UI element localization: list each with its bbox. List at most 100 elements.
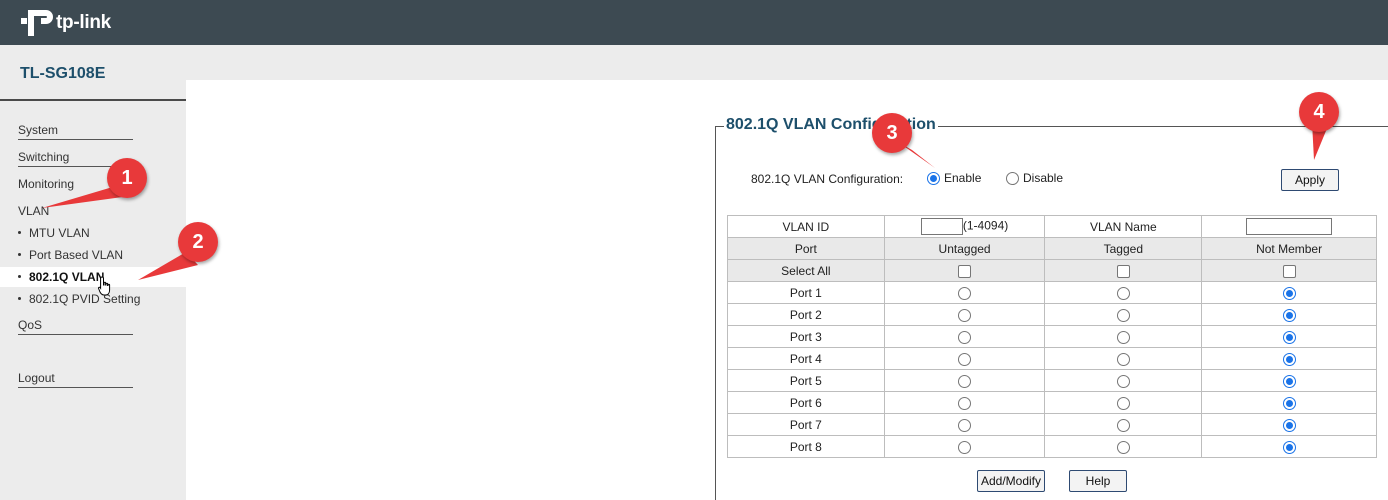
- select-all-cell: [883, 259, 1046, 282]
- select-all-not-member-checkbox[interactable]: [1282, 264, 1296, 278]
- top-bar: tp-link: [0, 0, 1388, 45]
- port-2-not-member-radio[interactable]: [1282, 308, 1296, 322]
- table-row: Port 5: [727, 369, 1377, 392]
- sidebar-subitem-mtu-vlan[interactable]: MTU VLAN: [18, 223, 186, 243]
- sidebar-subitem-label: Port Based VLAN: [29, 248, 124, 262]
- port-2-tagged-radio[interactable]: [1116, 308, 1130, 322]
- port-name: Port 8: [727, 435, 885, 458]
- membership-cell: [1044, 281, 1203, 304]
- help-button[interactable]: Help: [1069, 470, 1127, 492]
- port-5-not-member-radio[interactable]: [1282, 374, 1296, 388]
- table-row: Port 1: [727, 281, 1377, 304]
- select-all-untagged-checkbox[interactable]: [958, 264, 972, 278]
- port-3-not-member-radio[interactable]: [1282, 330, 1296, 344]
- membership-cell: [1044, 413, 1203, 436]
- vlan-name-input[interactable]: [1246, 218, 1333, 235]
- disable-radio[interactable]: [1006, 171, 1019, 185]
- disable-option[interactable]: Disable: [1006, 171, 1063, 185]
- port-8-tagged-radio[interactable]: [1116, 440, 1130, 454]
- sidebar-item-logout[interactable]: Logout: [18, 368, 133, 388]
- port-4-tagged-radio[interactable]: [1116, 352, 1130, 366]
- vlan-id-label: VLAN ID: [727, 215, 885, 238]
- vlan-id-input[interactable]: [920, 218, 963, 235]
- membership-cell: [1201, 369, 1377, 392]
- brand-name: tp-link: [56, 12, 111, 33]
- port-2-untagged-radio[interactable]: [958, 308, 972, 322]
- port-6-untagged-radio[interactable]: [958, 396, 972, 410]
- vlan-id-cell: (1-4094): [883, 215, 1046, 238]
- membership-cell: [1044, 391, 1203, 414]
- table-row: Port 8: [727, 435, 1377, 458]
- membership-cell: [883, 413, 1046, 436]
- port-name: Port 4: [727, 347, 885, 370]
- sidebar-item-qos[interactable]: QoS: [18, 315, 133, 335]
- enable-radio[interactable]: [927, 171, 940, 185]
- membership-cell: [1201, 435, 1377, 458]
- port-name: Port 2: [727, 303, 885, 326]
- callout-2: 2: [178, 222, 218, 262]
- port-6-not-member-radio[interactable]: [1282, 396, 1296, 410]
- membership-cell: [1201, 413, 1377, 436]
- port-4-not-member-radio[interactable]: [1282, 352, 1296, 366]
- vlan-name-label: VLAN Name: [1044, 215, 1203, 238]
- select-all-tagged-checkbox[interactable]: [1116, 264, 1130, 278]
- port-7-untagged-radio[interactable]: [958, 418, 972, 432]
- enable-label: Enable: [944, 171, 982, 185]
- port-5-untagged-radio[interactable]: [958, 374, 972, 388]
- port-name: Port 3: [727, 325, 885, 348]
- add-modify-button[interactable]: Add/Modify: [977, 470, 1045, 492]
- sidebar-subitem-8021q-vlan[interactable]: 802.1Q VLAN: [0, 267, 186, 287]
- port-name: Port 6: [727, 391, 885, 414]
- sidebar-item-vlan[interactable]: VLAN: [18, 201, 133, 221]
- port-name: Port 7: [727, 413, 885, 436]
- bullet-icon: [18, 275, 21, 279]
- port-name: Port 5: [727, 369, 885, 392]
- table-row: Port 4: [727, 347, 1377, 370]
- sidebar-item-system[interactable]: System: [18, 120, 133, 140]
- column-header: Not Member: [1201, 237, 1377, 260]
- port-6-tagged-radio[interactable]: [1116, 396, 1130, 410]
- enable-option[interactable]: Enable: [927, 171, 981, 185]
- port-3-tagged-radio[interactable]: [1116, 330, 1130, 344]
- select-all-cell: [1201, 259, 1377, 282]
- membership-cell: [883, 347, 1046, 370]
- vlan-id-row: VLAN ID (1-4094) VLAN Name: [727, 215, 1377, 238]
- tp-link-logo-icon: [21, 10, 53, 36]
- membership-cell: [883, 435, 1046, 458]
- sidebar-subitem-label: MTU VLAN: [29, 226, 90, 240]
- membership-cell: [1201, 347, 1377, 370]
- port-1-tagged-radio[interactable]: [1116, 286, 1130, 300]
- membership-cell: [883, 303, 1046, 326]
- port-8-not-member-radio[interactable]: [1282, 440, 1296, 454]
- table-row: Port 6: [727, 391, 1377, 414]
- port-7-not-member-radio[interactable]: [1282, 418, 1296, 432]
- apply-button[interactable]: Apply: [1281, 169, 1339, 191]
- sidebar-divider: [0, 99, 186, 101]
- bullet-icon: [18, 297, 21, 301]
- membership-cell: [1201, 281, 1377, 304]
- sidebar-subitem-label: 802.1Q VLAN: [29, 270, 105, 284]
- select-all-row: Select All: [727, 259, 1377, 282]
- port-3-untagged-radio[interactable]: [958, 330, 972, 344]
- membership-cell: [1201, 303, 1377, 326]
- port-7-tagged-radio[interactable]: [1116, 418, 1130, 432]
- hand-cursor-icon: [98, 276, 111, 296]
- port-name: Port 1: [727, 281, 885, 304]
- column-header: Port: [727, 237, 885, 260]
- table-header-row: Port Untagged Tagged Not Member: [727, 237, 1377, 260]
- membership-cell: [1044, 325, 1203, 348]
- header-band: [0, 45, 1388, 80]
- bullet-icon: [18, 231, 21, 235]
- sidebar-subitem-port-based-vlan[interactable]: Port Based VLAN: [18, 245, 186, 265]
- membership-cell: [1201, 325, 1377, 348]
- port-5-tagged-radio[interactable]: [1116, 374, 1130, 388]
- port-1-not-member-radio[interactable]: [1282, 286, 1296, 300]
- membership-cell: [1044, 435, 1203, 458]
- callout-4: 4: [1299, 92, 1339, 132]
- membership-cell: [1044, 369, 1203, 392]
- vlan-table: VLAN ID (1-4094) VLAN Name Port Untagged…: [727, 215, 1377, 458]
- membership-cell: [1044, 347, 1203, 370]
- port-4-untagged-radio[interactable]: [958, 352, 972, 366]
- port-8-untagged-radio[interactable]: [958, 440, 972, 454]
- port-1-untagged-radio[interactable]: [958, 286, 972, 300]
